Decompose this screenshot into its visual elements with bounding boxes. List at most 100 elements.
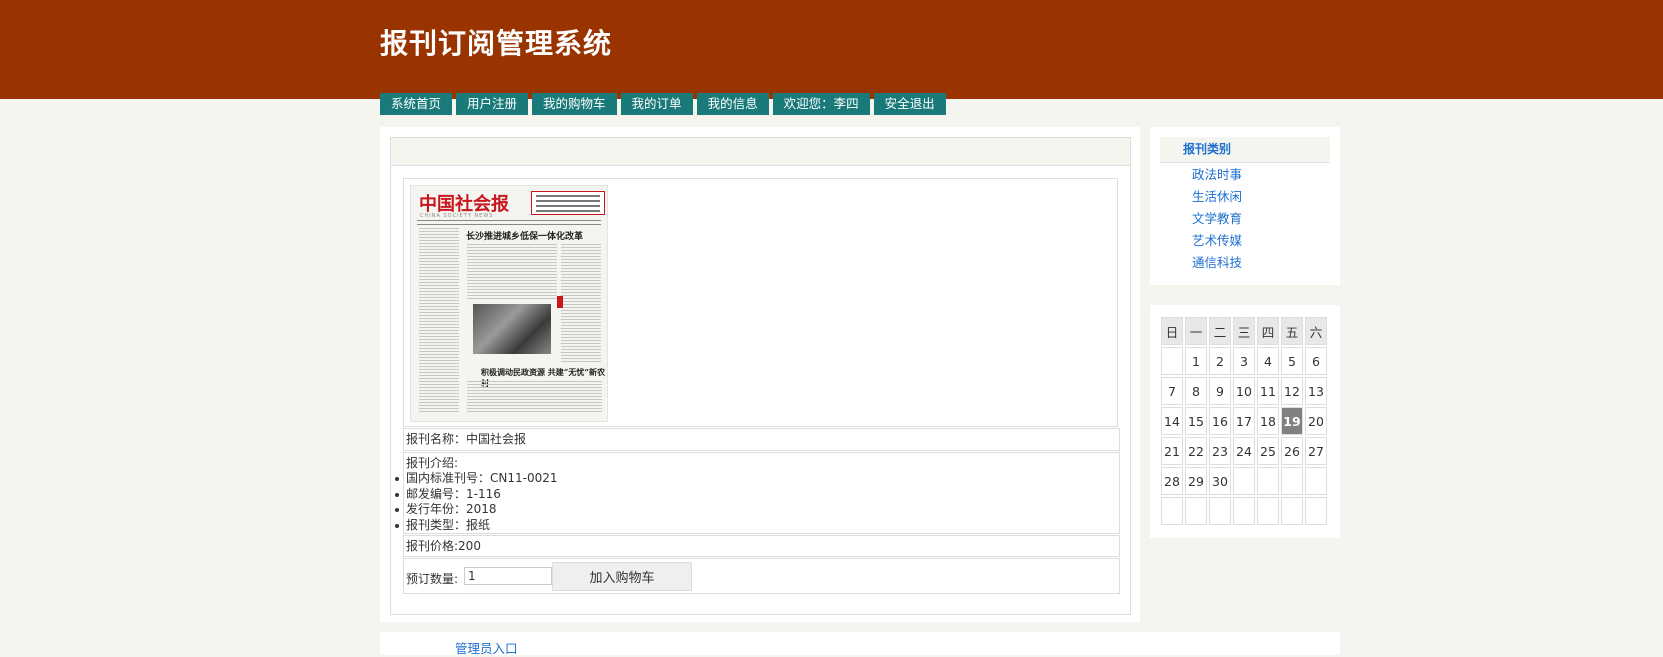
newspaper-photo [473,304,551,354]
category-item-politics[interactable]: 政法时事 [1192,164,1242,186]
product-image-cell: 中国社会报 CHINA SOCIETY NEWS 长沙推进城乡低保一体化改革 积… [403,178,1118,427]
calendar-day-empty [1257,467,1279,495]
product-name: 报刊名称：中国社会报 [403,428,1120,451]
calendar-day[interactable]: 2 [1209,347,1231,375]
newspaper-rule [417,224,601,225]
product-detail-box: 中国社会报 CHINA SOCIETY NEWS 长沙推进城乡低保一体化改革 积… [390,137,1131,615]
header-bar: 报刊订阅管理系统 [0,0,1663,99]
calendar-day[interactable]: 5 [1281,347,1303,375]
nav-my-info[interactable]: 我的信息 [696,93,769,115]
calendar-day[interactable]: 21 [1161,437,1183,465]
calendar-day-empty [1281,467,1303,495]
calendar-day[interactable]: 4 [1257,347,1279,375]
calendar-day-empty [1161,347,1183,375]
main-nav: 系统首页 用户注册 我的购物车 我的订单 我的信息 欢迎您：李四 安全退出 [380,93,946,115]
weekday-header: 二 [1209,317,1231,345]
category-list: 政法时事 生活休闲 文学教育 艺术传媒 通信科技 [1192,164,1242,274]
calendar-weekday-row: 日 一 二 三 四 五 六 [1161,317,1327,345]
calendar-day-empty [1305,467,1327,495]
weekday-header: 五 [1281,317,1303,345]
detail-header-bar [391,138,1130,166]
order-row: 预订数量: 加入购物车 [403,558,1120,594]
calendar-day[interactable]: 6 [1305,347,1327,375]
nav-register[interactable]: 用户注册 [456,93,529,115]
calendar-day-empty [1281,497,1303,525]
site-title: 报刊订阅管理系统 [380,27,613,60]
nav-orders[interactable]: 我的订单 [620,93,693,115]
calendar-week-row: 7 8 9 10 11 12 13 [1161,377,1327,405]
newspaper-column [561,244,601,364]
calendar-day-empty [1305,497,1327,525]
nav-home[interactable]: 系统首页 [380,93,453,115]
calendar-day[interactable]: 9 [1209,377,1231,405]
weekday-header: 三 [1233,317,1255,345]
nav-cart[interactable]: 我的购物车 [532,93,617,115]
quantity-input[interactable] [464,567,552,585]
calendar-day[interactable]: 15 [1185,407,1207,435]
calendar-day[interactable]: 28 [1161,467,1183,495]
calendar-week-row: 28 29 30 [1161,467,1327,495]
calendar-day[interactable]: 7 [1161,377,1183,405]
calendar-day[interactable]: 1 [1185,347,1207,375]
intro-year: 发行年份：2018 [395,502,1119,518]
add-to-cart-button[interactable]: 加入购物车 [552,562,692,591]
calendar-week-row: 14 15 16 17 18 19 20 [1161,407,1327,435]
product-intro: 报刊介绍: 国内标准刊号：CN11-0021 邮发编号：1-116 发行年份：2… [395,452,1120,534]
calendar-day[interactable]: 29 [1185,467,1207,495]
calendar-day[interactable]: 11 [1257,377,1279,405]
calendar-day[interactable]: 25 [1257,437,1279,465]
calendar-day[interactable]: 3 [1233,347,1255,375]
intro-issn: 国内标准刊号：CN11-0021 [395,471,1119,487]
weekday-header: 六 [1305,317,1327,345]
calendar-day[interactable]: 13 [1305,377,1327,405]
category-panel: 报刊类别 政法时事 生活休闲 文学教育 艺术传媒 通信科技 [1150,127,1340,285]
calendar-day[interactable]: 24 [1233,437,1255,465]
newspaper-cover-image: 中国社会报 CHINA SOCIETY NEWS 长沙推进城乡低保一体化改革 积… [410,185,608,422]
calendar-day-empty [1161,497,1183,525]
weekday-header: 日 [1161,317,1183,345]
calendar-day-empty [1209,497,1231,525]
calendar-day[interactable]: 22 [1185,437,1207,465]
category-item-arts-media[interactable]: 艺术传媒 [1192,230,1242,252]
calendar-day[interactable]: 23 [1209,437,1231,465]
calendar-day[interactable]: 12 [1281,377,1303,405]
calendar-day-empty [1185,497,1207,525]
calendar-day[interactable]: 14 [1161,407,1183,435]
newspaper-top-box [531,191,605,215]
intro-type: 报刊类型：报纸 [395,518,1119,534]
calendar: 日 一 二 三 四 五 六 1 2 3 4 5 6 7 8 9 10 11 12 13 14 15 16 17 1… [1159,315,1329,527]
calendar-week-row: 21 22 23 24 25 26 27 [1161,437,1327,465]
newspaper-masthead-sub: CHINA SOCIETY NEWS [420,213,494,219]
calendar-day-empty [1233,467,1255,495]
weekday-header: 四 [1257,317,1279,345]
calendar-day[interactable]: 18 [1257,407,1279,435]
category-item-telecom-tech[interactable]: 通信科技 [1192,252,1242,274]
calendar-day[interactable]: 26 [1281,437,1303,465]
calendar-day[interactable]: 16 [1209,407,1231,435]
admin-entry-link[interactable]: 管理员入口 [455,638,518,657]
category-title: 报刊类别 [1160,137,1330,163]
calendar-day-today[interactable]: 19 [1281,407,1303,435]
weekday-header: 一 [1185,317,1207,345]
calendar-day[interactable]: 30 [1209,467,1231,495]
calendar-day[interactable]: 8 [1185,377,1207,405]
calendar-week-row: 123456 [1161,347,1327,375]
nav-welcome-user[interactable]: 欢迎您：李四 [772,93,870,115]
category-item-literature[interactable]: 文学教育 [1192,208,1242,230]
calendar-day[interactable]: 10 [1233,377,1255,405]
product-price: 报刊价格:200 [403,535,1120,557]
calendar-day-empty [1233,497,1255,525]
calendar-panel: 日 一 二 三 四 五 六 1 2 3 4 5 6 7 8 9 10 11 12 13 14 15 16 17 1… [1150,305,1340,538]
calendar-day-empty [1257,497,1279,525]
calendar-day[interactable]: 20 [1305,407,1327,435]
newspaper-headline: 长沙推进城乡低保一体化改革 [466,232,584,242]
category-item-lifestyle[interactable]: 生活休闲 [1192,186,1242,208]
calendar-week-row [1161,497,1327,525]
quantity-label: 预订数量: [406,572,459,586]
calendar-day[interactable]: 17 [1233,407,1255,435]
calendar-day[interactable]: 27 [1305,437,1327,465]
nav-logout[interactable]: 安全退出 [873,93,946,115]
product-detail-panel: 中国社会报 CHINA SOCIETY NEWS 长沙推进城乡低保一体化改革 积… [380,127,1140,622]
newspaper-red-tag [557,296,563,308]
intro-label: 报刊介绍: [406,456,459,470]
